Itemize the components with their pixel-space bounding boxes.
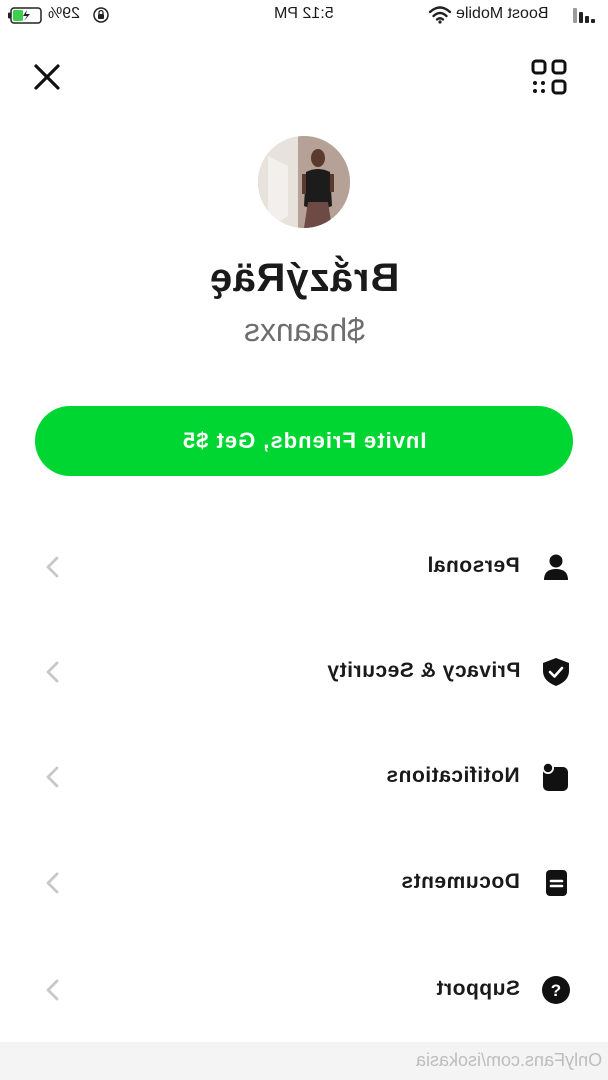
menu-item-label: Personal — [427, 554, 520, 577]
menu-item-personal[interactable]: Personal — [0, 527, 608, 607]
menu-item-documents[interactable]: Documents — [0, 843, 608, 923]
chevron-icon — [46, 661, 59, 683]
signal-icon — [573, 8, 595, 23]
qr-code-icon — [531, 59, 567, 95]
close-button[interactable] — [30, 60, 64, 94]
document-icon — [546, 870, 567, 896]
wifi-icon — [428, 6, 452, 24]
avatar-photo — [258, 136, 350, 228]
watermark-text: OnlyFans.com/isokasia — [415, 1050, 602, 1070]
avatar[interactable] — [258, 136, 350, 228]
chevron-icon — [46, 979, 59, 1001]
help-icon: ? — [542, 976, 570, 1004]
menu-item-label: Support — [436, 977, 520, 1000]
shield-icon — [543, 658, 569, 686]
menu-item-support[interactable]: Support ? — [0, 950, 608, 1030]
status-bar: 29% 5:12 PM Boost Mobile — [0, 0, 608, 34]
qr-code-button[interactable] — [530, 58, 568, 96]
chevron-icon — [46, 556, 59, 578]
cashtag: $haanxs — [243, 312, 365, 348]
chevron-icon — [46, 766, 59, 788]
menu-item-notifications[interactable]: Notifications — [0, 737, 608, 817]
person-icon — [544, 554, 568, 580]
invite-friends-label: Invite Friends, Get $5 — [181, 428, 427, 453]
menu-item-privacy-security[interactable]: Privacy & Security — [0, 632, 608, 712]
carrier-name: Boost Mobile — [456, 5, 549, 22]
display-name: BrắzýRäę — [208, 256, 400, 300]
svg-text:?: ? — [551, 981, 561, 1000]
close-icon — [34, 64, 60, 90]
notification-icon — [542, 762, 568, 791]
invite-friends-button[interactable]: Invite Friends, Get $5 — [35, 406, 573, 476]
footer-bar: OnlyFans.com/isokasia — [0, 1042, 608, 1080]
menu-item-label: Documents — [401, 870, 520, 893]
menu-item-label: Privacy & Security — [326, 659, 520, 682]
chevron-icon — [46, 872, 59, 894]
menu-item-label: Notifications — [386, 764, 520, 787]
